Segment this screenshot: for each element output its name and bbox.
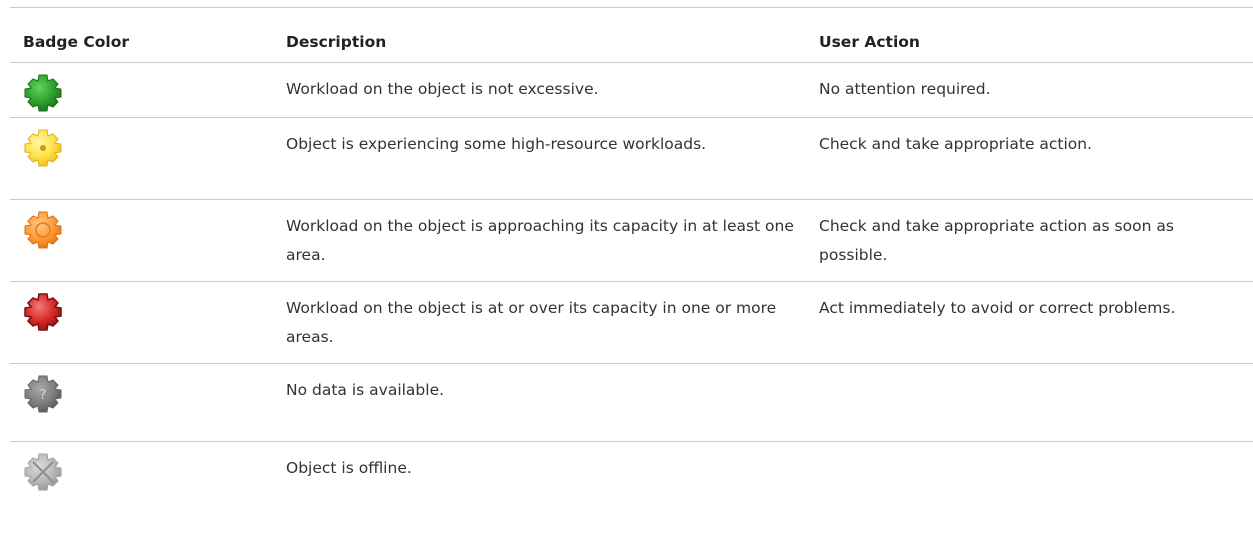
description-cell: Workload on the object is at or over its… [286, 299, 777, 346]
badge-cell [10, 118, 286, 200]
badge-cell [10, 63, 286, 118]
table-row: Object is experiencing some high-resourc… [10, 118, 1253, 200]
header-badge-color: Badge Color [23, 33, 130, 51]
user-action-cell [819, 442, 1253, 512]
badge-cell [10, 442, 286, 512]
badge-cell: ? [10, 364, 286, 442]
table-row: Workload on the object is not excessive.… [10, 63, 1253, 118]
user-action-cell: Check and take appropriate action. [819, 135, 1093, 153]
gray-question-gear-badge-icon: ? [24, 375, 62, 413]
question-glyph: ? [40, 388, 47, 403]
description-cell: No data is available. [286, 381, 445, 399]
table-row: ? No data is available. [10, 364, 1253, 442]
badge-color-table: Badge Color Description User Action Work… [10, 7, 1253, 512]
description-cell: Workload on the object is approaching it… [286, 217, 794, 264]
badge-cell [10, 282, 286, 364]
header-user-action: User Action [819, 33, 920, 51]
user-action-cell: No attention required. [819, 80, 991, 98]
table-row: Object is offline. [10, 442, 1253, 512]
green-gear-badge-icon [24, 74, 62, 112]
table-header-row: Badge Color Description User Action [10, 7, 1253, 63]
user-action-cell [819, 364, 1253, 442]
badge-cell [10, 200, 286, 282]
yellow-gear-badge-icon [24, 129, 62, 167]
user-action-cell: Act immediately to avoid or correct prob… [819, 299, 1176, 317]
light-gray-x-gear-badge-icon [24, 453, 62, 491]
description-cell: Workload on the object is not excessive. [286, 80, 599, 98]
description-cell: Object is offline. [286, 459, 412, 477]
user-action-cell: Check and take appropriate action as soo… [819, 217, 1174, 264]
table-row: Workload on the object is at or over its… [10, 282, 1253, 364]
table-row: Workload on the object is approaching it… [10, 200, 1253, 282]
header-description: Description [286, 33, 387, 51]
red-gear-badge-icon [24, 293, 62, 331]
orange-gear-badge-icon [24, 211, 62, 249]
description-cell: Object is experiencing some high-resourc… [286, 135, 707, 153]
